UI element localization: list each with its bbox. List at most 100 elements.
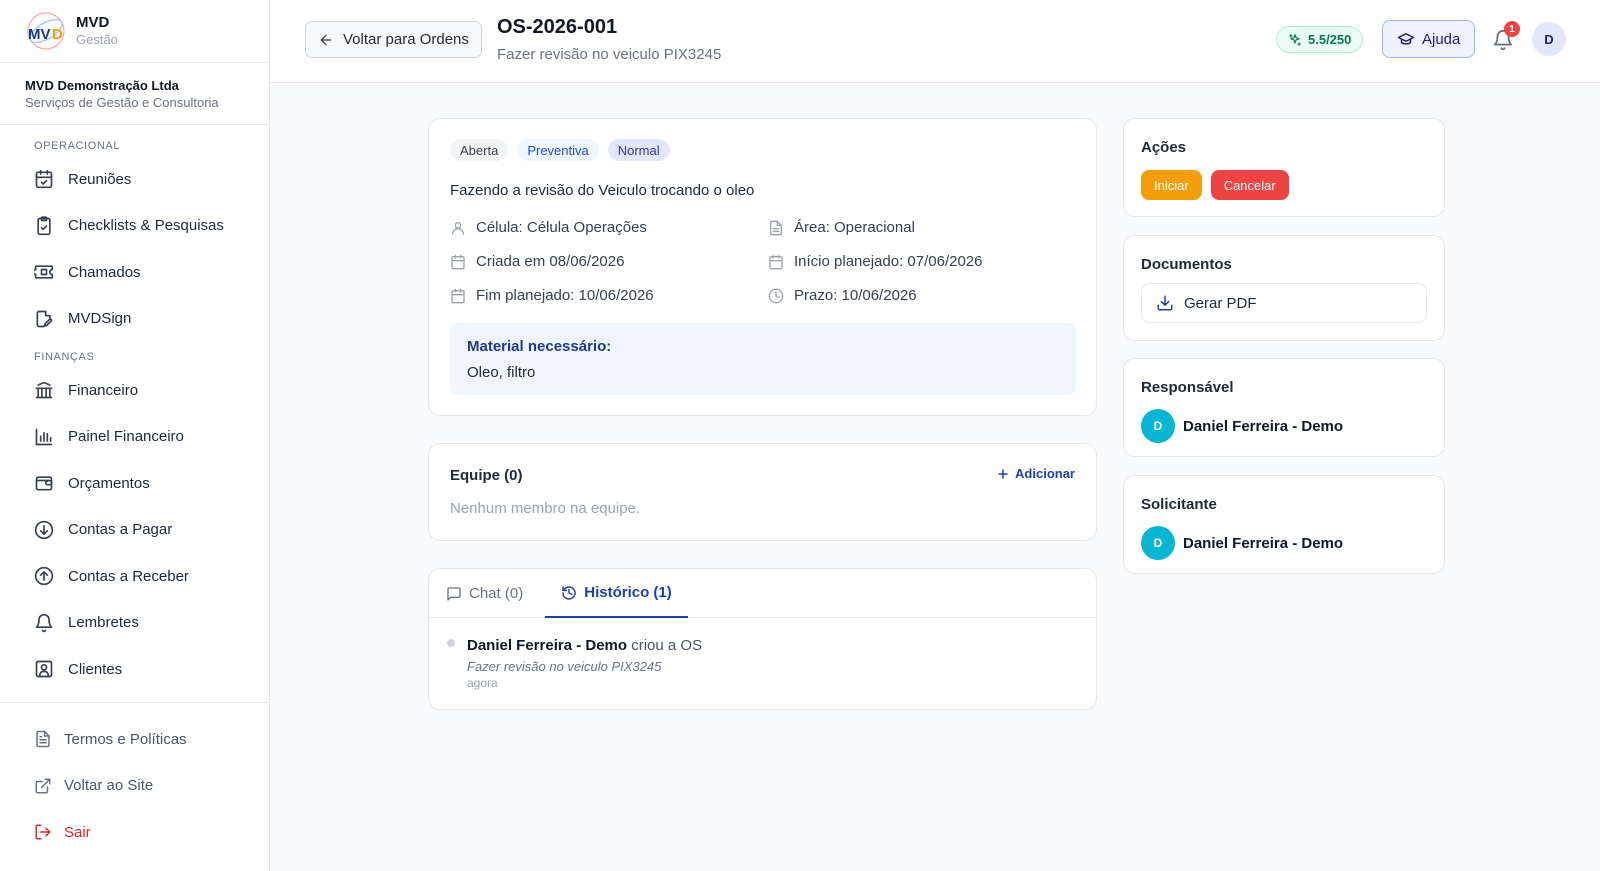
file-text-icon — [770, 220, 782, 235]
team-title: Equipe (0) — [450, 467, 523, 484]
responsible-card: Responsável D Daniel Ferreira - Demo — [1123, 358, 1445, 457]
team-card: Equipe (0) Adicionar Nenhum membro na eq… — [428, 443, 1097, 541]
order-details-card: Aberta Preventiva Normal Fazendo a revis… — [428, 118, 1097, 416]
sidebar-item-sair[interactable]: Sair — [0, 809, 269, 856]
bank-icon — [34, 380, 54, 400]
sidebar-item-contas-receber[interactable]: Contas a Receber — [0, 553, 269, 600]
info-deadline: Prazo: 10/06/2026 — [768, 287, 917, 304]
sidebar-item-label: Orçamentos — [68, 474, 150, 492]
sidebar-item-label: Voltar ao Site — [64, 777, 154, 795]
page-subtitle: Fazer revisão no veiculo PIX3245 — [497, 46, 722, 63]
brand-sub: Gestão — [76, 32, 118, 47]
file-text-icon — [34, 730, 52, 748]
avatar: D — [1141, 526, 1175, 560]
download-icon — [1157, 295, 1173, 311]
notification-count-badge: 1 — [1504, 21, 1520, 37]
user-avatar[interactable]: D — [1532, 22, 1566, 56]
history-user: Daniel Ferreira - Demo — [467, 637, 628, 654]
sidebar-footer: Termos e Políticas Voltar ao Site Sair — [0, 702, 269, 856]
sidebar-item-mvdsign[interactable]: MVDSign — [0, 296, 269, 343]
tab-chat-label: Chat (0) — [469, 585, 524, 602]
material-title: Material necessário: — [467, 338, 612, 355]
responsible-title: Responsável — [1141, 379, 1234, 396]
info-created-text: Criada em 08/06/2026 — [476, 253, 625, 270]
sidebar-item-checklists[interactable]: Checklists & Pesquisas — [0, 203, 269, 250]
info-deadline-text: Prazo: 10/06/2026 — [794, 287, 917, 304]
sign-document-icon — [34, 309, 54, 329]
company-name: MVD Demonstração Ltda — [25, 78, 179, 93]
sidebar-item-lembretes[interactable]: Lembretes — [0, 600, 269, 647]
sidebar-item-clientes[interactable]: Clientes — [0, 646, 269, 693]
add-member-label: Adicionar — [1015, 466, 1075, 481]
sidebar-item-orcamentos[interactable]: Orçamentos — [0, 460, 269, 507]
start-button[interactable]: Iniciar — [1141, 170, 1202, 200]
user-square-icon — [34, 659, 54, 679]
brand[interactable]: MV D MVD Gestão — [0, 0, 269, 63]
top-bar: Voltar para Ordens OS-2026-001 Fazer rev… — [270, 0, 1600, 83]
calendar-icon — [769, 254, 783, 269]
status-badges: Aberta Preventiva Normal — [450, 139, 670, 161]
history-dot — [447, 639, 455, 647]
sidebar-item-label: Contas a Receber — [68, 567, 189, 585]
bar-chart-icon — [34, 427, 54, 447]
back-label: Voltar para Ordens — [343, 31, 469, 48]
logout-icon — [34, 823, 52, 841]
sidebar-item-label: MVDSign — [68, 310, 132, 328]
plus-icon — [998, 468, 1008, 479]
activity-tabs-card: Chat (0) Histórico (1) Daniel Ferreira -… — [428, 568, 1097, 710]
calendar-icon — [451, 254, 465, 269]
requester-title: Solicitante — [1141, 496, 1217, 513]
info-end-text: Fim planejado: 10/06/2026 — [476, 287, 654, 304]
sidebar-item-voltar-site[interactable]: Voltar ao Site — [0, 763, 269, 810]
sidebar-item-label: Termos e Políticas — [64, 730, 187, 748]
graduation-cap-icon — [1397, 33, 1415, 45]
documents-card: Documentos Gerar PDF — [1123, 235, 1445, 341]
user-icon — [452, 221, 464, 235]
sidebar-item-label: Chamados — [68, 263, 141, 281]
credits-badge[interactable]: 5.5/250 — [1276, 26, 1364, 53]
history-entry: Daniel Ferreira - Demo criou a OS — [467, 637, 702, 654]
actions-card: Ações Iniciar Cancelar — [1123, 118, 1445, 217]
tab-history-label: Histórico (1) — [584, 584, 672, 601]
order-description: Fazendo a revisão do Veiculo trocando o … — [450, 182, 755, 199]
info-end: Fim planejado: 10/06/2026 — [450, 287, 654, 304]
documents-title: Documentos — [1141, 256, 1232, 273]
back-to-orders-button[interactable]: Voltar para Ordens — [305, 21, 482, 58]
history-icon — [562, 585, 576, 600]
sidebar-item-label: Clientes — [68, 660, 123, 678]
sidebar-item-painel-financeiro[interactable]: Painel Financeiro — [0, 414, 269, 461]
sidebar-item-reunioes[interactable]: Reuniões — [0, 156, 269, 203]
requester-person: D Daniel Ferreira - Demo — [1141, 526, 1343, 560]
sidebar-item-label: Sair — [64, 823, 91, 841]
add-member-button[interactable]: Adicionar — [997, 466, 1075, 481]
calendar-check-icon — [34, 169, 54, 189]
info-created: Criada em 08/06/2026 — [450, 253, 624, 270]
help-button[interactable]: Ajuda — [1382, 20, 1476, 58]
sidebar-item-financeiro[interactable]: Financeiro — [0, 367, 269, 414]
team-empty-message: Nenhum membro na equipe. — [450, 500, 641, 517]
clock-icon — [768, 288, 784, 303]
responsible-person: D Daniel Ferreira - Demo — [1141, 409, 1343, 443]
sidebar-item-label: Painel Financeiro — [68, 428, 184, 446]
material-box: Material necessário: Oleo, filtro — [450, 323, 1076, 395]
arrow-left-icon — [320, 34, 332, 45]
history-time: agora — [467, 676, 498, 690]
company-info: MVD Demonstração Ltda Serviços de Gestão… — [0, 63, 269, 125]
sidebar-item-chamados[interactable]: Chamados — [0, 249, 269, 296]
bell-icon — [34, 613, 54, 633]
ticket-icon — [34, 262, 54, 282]
person-name: Daniel Ferreira - Demo — [1183, 417, 1344, 435]
info-cell: Célula: Célula Operações — [450, 219, 647, 236]
history-action: criou a OS — [631, 637, 703, 654]
tab-history[interactable]: Histórico (1) — [545, 569, 688, 618]
generate-pdf-button[interactable]: Gerar PDF — [1141, 283, 1427, 323]
section-label-operacional: OPERACIONAL — [34, 140, 121, 152]
sidebar-item-contas-pagar[interactable]: Contas a Pagar — [0, 507, 269, 554]
cancel-button[interactable]: Cancelar — [1210, 170, 1289, 200]
material-text: Oleo, filtro — [467, 364, 536, 381]
clipboard-check-icon — [34, 216, 54, 236]
tab-chat[interactable]: Chat (0) — [446, 569, 523, 618]
sidebar-item-termos[interactable]: Termos e Políticas — [0, 716, 269, 763]
history-detail: Fazer revisão no veiculo PIX3245 — [467, 659, 662, 674]
company-sub: Serviços de Gestão e Consultoria — [25, 95, 219, 110]
